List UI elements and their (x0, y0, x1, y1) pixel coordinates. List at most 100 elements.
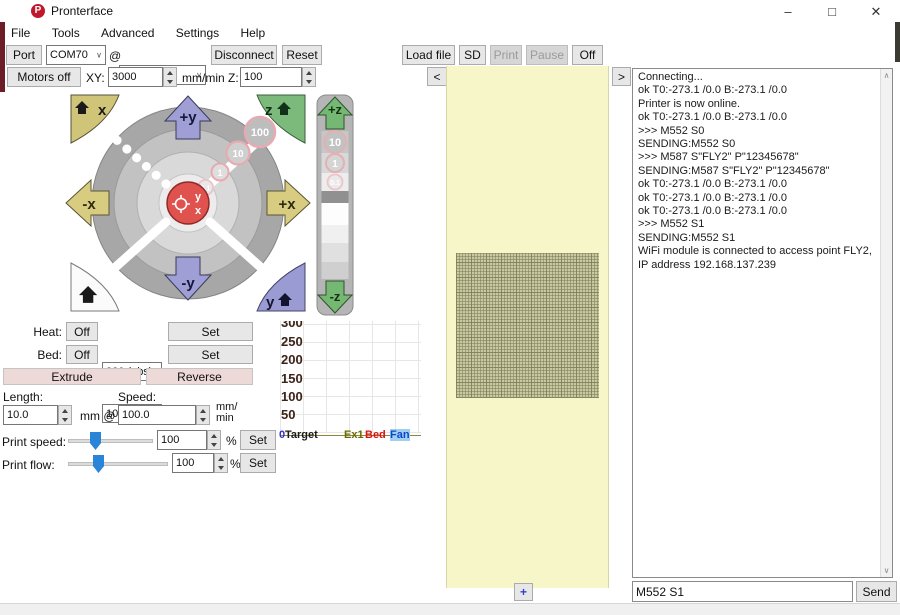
z-feed-label: mm/min Z: (182, 71, 239, 85)
bed-off-button[interactable]: Off (66, 345, 98, 364)
jog-center-x-label: x (195, 205, 202, 217)
length-stepper[interactable] (58, 405, 72, 425)
print-flow-slider-track[interactable] (68, 462, 168, 466)
home-z-label: z (265, 102, 273, 119)
collapse-right-button[interactable]: > (612, 67, 631, 86)
sd-button[interactable]: SD (459, 45, 486, 65)
length-input[interactable] (3, 405, 58, 425)
log-line: ok T0:-273.1 /0.0 B:-273.1 /0.0 (638, 192, 876, 205)
scroll-down-icon[interactable]: ∨ (881, 566, 892, 575)
chevron-down-icon: ∨ (96, 51, 102, 60)
print-flow-label: Print flow: (2, 458, 55, 472)
spin-up-icon[interactable] (164, 68, 176, 77)
jog-minus-y-label: -y (181, 275, 195, 292)
graph-ytick: 250 (281, 334, 303, 349)
off-button[interactable]: Off (572, 45, 603, 65)
bed-set-button[interactable]: Set (168, 345, 253, 364)
print-speed-label: Print speed: (2, 435, 66, 449)
gcode-viewer[interactable] (446, 66, 609, 588)
spin-down-icon[interactable] (208, 440, 220, 449)
menu-advanced[interactable]: Advanced (92, 24, 163, 42)
spin-up-icon[interactable] (197, 406, 209, 415)
z-band-down-1[interactable] (322, 225, 349, 243)
z-band-down-10[interactable] (322, 243, 349, 262)
print-flow-input[interactable] (172, 453, 214, 473)
jog-center-button[interactable]: y x (167, 182, 209, 224)
z-band-down-100[interactable] (322, 262, 349, 279)
jog-step-1-label: 1 (217, 168, 222, 178)
home-x-button[interactable]: x (71, 95, 119, 143)
print-flow-stepper[interactable] (214, 453, 228, 473)
send-button[interactable]: Send (856, 581, 897, 602)
minimize-button[interactable]: – (766, 0, 810, 24)
load-file-button[interactable]: Load file (402, 45, 455, 65)
menu-help[interactable]: Help (231, 24, 274, 42)
spin-down-icon[interactable] (197, 415, 209, 424)
jog-step-10[interactable]: 10 (227, 142, 250, 165)
log-line: SENDING:M587 S"FLY2" P"12345678" (638, 165, 876, 178)
menu-file[interactable]: File (2, 24, 39, 42)
motors-off-button[interactable]: Motors off (7, 67, 81, 87)
xy-feed-stepper[interactable] (163, 67, 177, 87)
log-scrollbar[interactable]: ∧ ∨ (880, 69, 892, 577)
extrude-speed-input[interactable] (118, 405, 196, 425)
scroll-up-icon[interactable]: ∧ (881, 69, 892, 80)
close-button[interactable]: ✕ (854, 0, 898, 24)
z-feed-stepper[interactable] (302, 67, 316, 87)
z-step-01[interactable]: 0.1 (328, 175, 343, 190)
print-speed-input[interactable] (157, 430, 207, 450)
spin-up-icon[interactable] (208, 431, 220, 440)
z-feed-input[interactable] (240, 67, 302, 87)
z-step-1[interactable]: 1 (326, 154, 344, 172)
extrude-button[interactable]: Extrude (3, 368, 141, 385)
menu-settings[interactable]: Settings (167, 24, 228, 42)
collapse-left-button[interactable]: < (427, 67, 447, 86)
print-speed-percent: % (226, 434, 237, 448)
reverse-button[interactable]: Reverse (146, 368, 253, 385)
heat-off-button[interactable]: Off (66, 322, 98, 341)
jog-step-1[interactable]: 1 (212, 164, 229, 181)
graph-ytick: 150 (281, 371, 303, 386)
z-band-zero[interactable] (322, 191, 349, 203)
spin-down-icon[interactable] (164, 77, 176, 86)
z-step-10[interactable]: 10 (324, 131, 346, 153)
xy-feed-label: XY: (86, 71, 105, 85)
xy-feed-input[interactable] (108, 67, 163, 87)
print-speed-stepper[interactable] (207, 430, 221, 450)
command-input[interactable] (632, 581, 853, 602)
home-y-label: y (266, 294, 275, 311)
z-band-down-01[interactable] (322, 203, 349, 225)
maximize-button[interactable]: □ (810, 0, 854, 24)
spin-down-icon[interactable] (215, 463, 227, 472)
log-panel[interactable]: Connecting... ok T0:-273.1 /0.0 B:-273.1… (632, 68, 893, 578)
jog-step-100[interactable]: 100 (245, 117, 275, 147)
temp-graph: 300 250 200 150 100 50 (280, 321, 421, 433)
graph-legend-bed: Bed (365, 429, 386, 441)
disconnect-button[interactable]: Disconnect (211, 45, 277, 65)
spin-up-icon[interactable] (59, 406, 71, 415)
viewer-add-button[interactable]: + (514, 583, 533, 601)
print-flow-set-button[interactable]: Set (240, 453, 276, 473)
log-line: IP address 192.168.137.239 (638, 259, 876, 272)
port-select[interactable]: COM70 ∨ (46, 45, 106, 65)
print-flow-slider-thumb[interactable] (93, 455, 104, 473)
spin-down-icon[interactable] (303, 77, 315, 86)
pause-button: Pause (526, 45, 568, 65)
reset-button[interactable]: Reset (282, 45, 322, 65)
print-speed-slider-track[interactable] (68, 439, 153, 443)
log-line: >>> M552 S1 (638, 218, 876, 231)
bed-label: Bed: (26, 348, 62, 362)
heat-set-button[interactable]: Set (168, 322, 253, 341)
print-speed-slider-thumb[interactable] (90, 432, 101, 450)
title-bar: P Pronterface – □ ✕ (0, 0, 900, 22)
build-plate-grid[interactable] (456, 253, 599, 398)
graph-legend-ex1: Ex1 (344, 429, 364, 441)
menu-tools[interactable]: Tools (43, 24, 89, 42)
spin-up-icon[interactable] (303, 68, 315, 77)
graph-ytick: 100 (281, 389, 303, 404)
port-button[interactable]: Port (6, 45, 42, 65)
spin-up-icon[interactable] (215, 454, 227, 463)
extrude-speed-stepper[interactable] (196, 405, 210, 425)
print-speed-set-button[interactable]: Set (240, 430, 276, 450)
spin-down-icon[interactable] (59, 415, 71, 424)
